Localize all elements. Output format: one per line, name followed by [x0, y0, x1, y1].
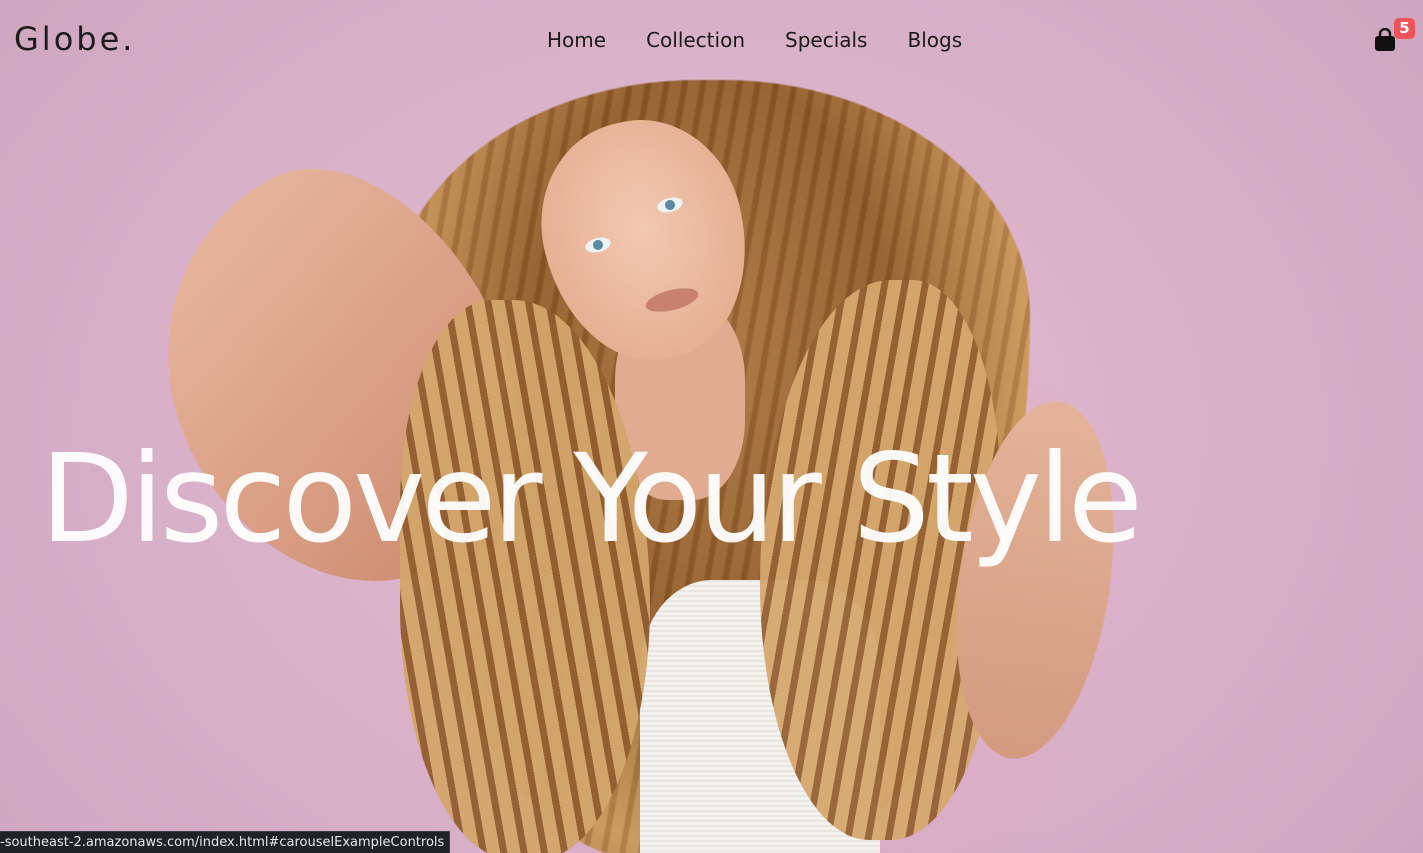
shopping-bag-icon-svg	[1375, 27, 1395, 51]
brand-logo[interactable]: Globe.	[14, 20, 135, 58]
browser-status-bar-url: -southeast-2.amazonaws.com/index.html#ca…	[0, 831, 451, 853]
navbar: Globe. Home Collection Specials Blogs 5	[0, 0, 1423, 82]
nav-link-home[interactable]: Home	[547, 28, 606, 52]
nav-link-collection[interactable]: Collection	[646, 28, 745, 52]
shopping-bag-icon[interactable]	[1374, 27, 1396, 52]
cart-count-badge: 5	[1394, 18, 1415, 39]
nav-link-blogs[interactable]: Blogs	[907, 28, 962, 52]
hero-carousel-slide	[0, 0, 1423, 853]
nav-link-specials[interactable]: Specials	[785, 28, 867, 52]
nav-links: Home Collection Specials Blogs	[547, 28, 1002, 52]
hero-title: Discover Your Style	[40, 428, 1143, 570]
page: Globe. Home Collection Specials Blogs 5 …	[0, 0, 1423, 853]
